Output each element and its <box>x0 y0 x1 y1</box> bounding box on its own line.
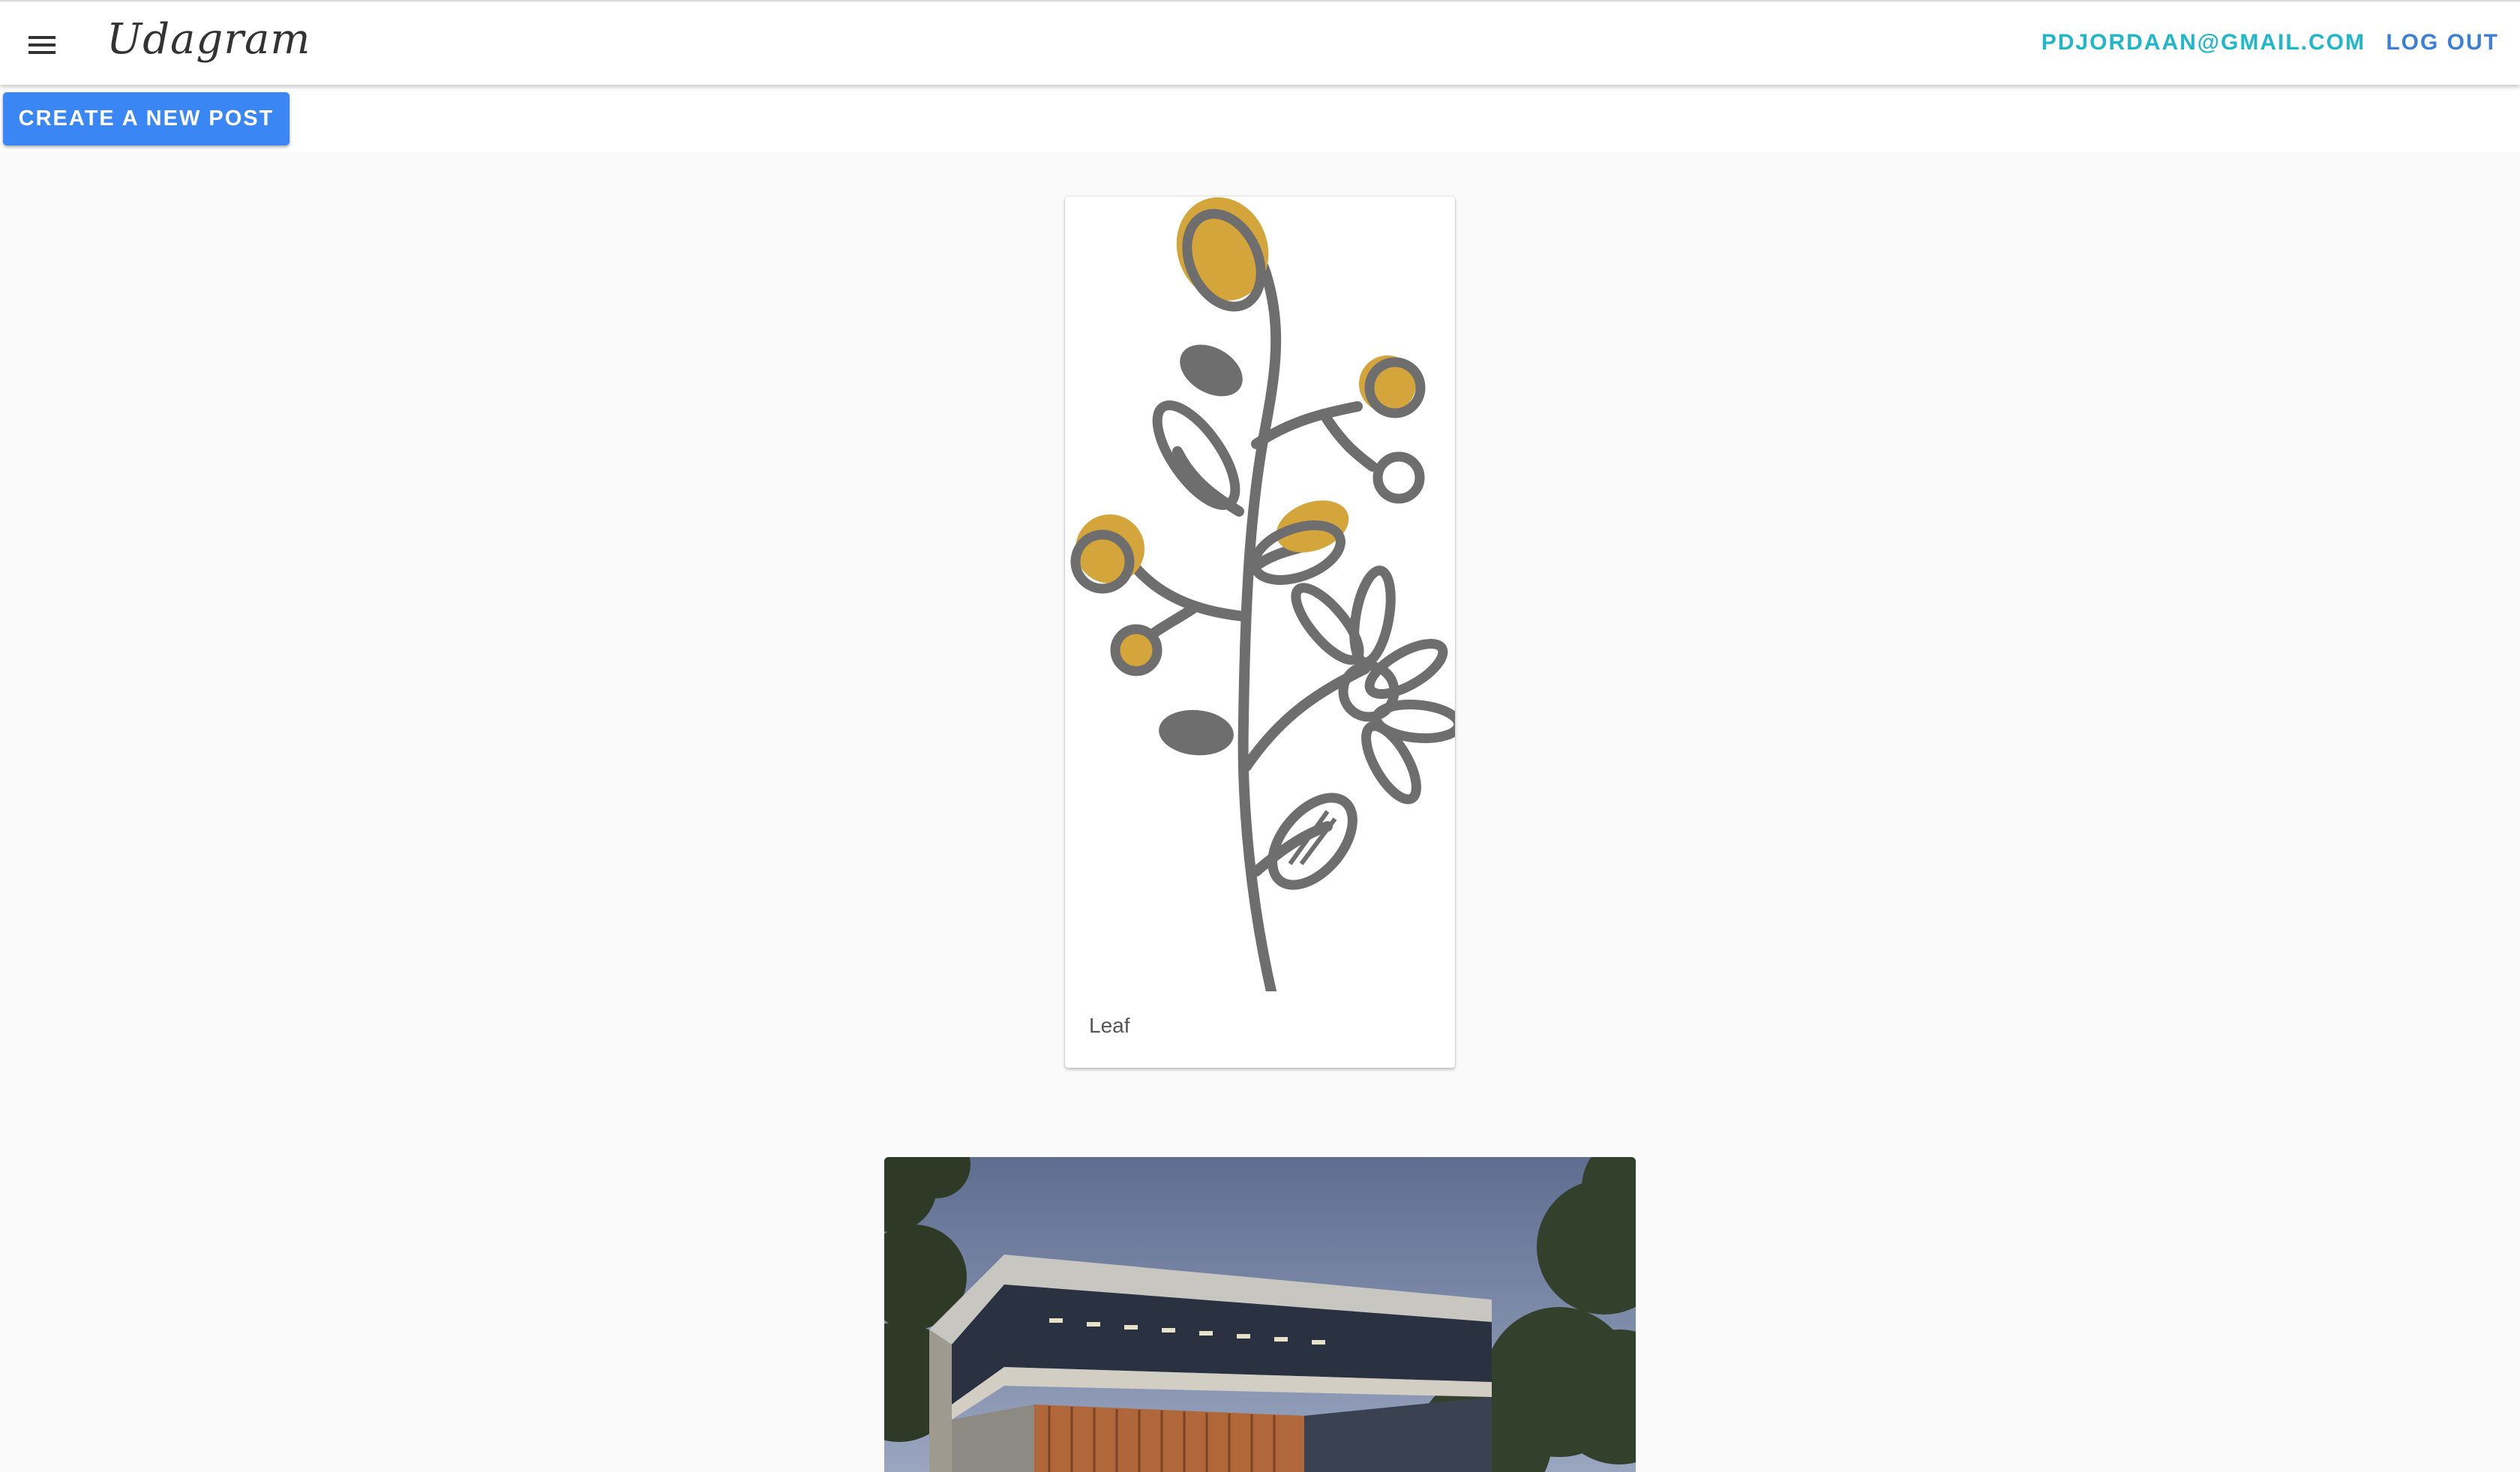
post-caption: Leaf <box>1089 1014 1130 1037</box>
logout-button[interactable]: LOG OUT <box>2386 30 2499 55</box>
hamburger-menu-button[interactable] <box>16 19 68 70</box>
leaf-illustration <box>1070 197 1455 991</box>
post-card[interactable]: Leaf <box>1065 196 1455 1068</box>
post-feed: Leaf <box>0 152 2520 1472</box>
hamburger-menu-icon <box>28 36 56 54</box>
user-email-link[interactable]: PDJORDAAN@GMAIL.COM <box>2042 30 2366 55</box>
post-card[interactable] <box>884 1157 1636 1472</box>
action-bar: CREATE A NEW POST <box>0 85 2520 152</box>
top-app-bar: Udagram PDJORDAAN@GMAIL.COM LOG OUT <box>0 0 2520 85</box>
brand-logo[interactable]: Udagram <box>106 15 311 64</box>
create-new-post-button[interactable]: CREATE A NEW POST <box>3 92 290 145</box>
modern-building-photo <box>884 1157 1636 1472</box>
